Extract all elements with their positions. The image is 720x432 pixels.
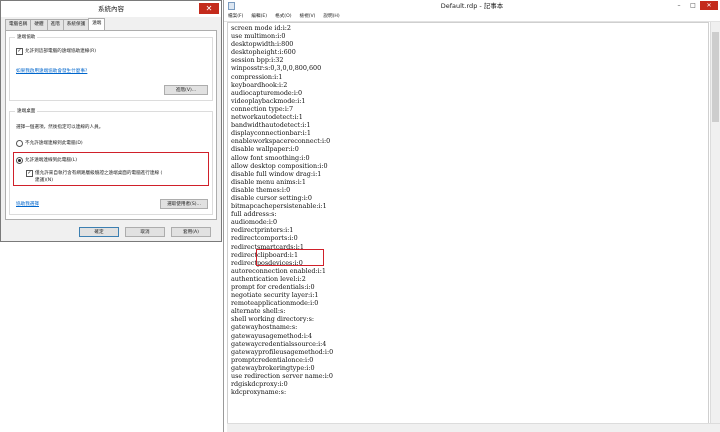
text-line: disable menu anims:i:1 <box>231 177 307 186</box>
text-line: gatewayusagemethod:i:4 <box>231 331 313 340</box>
menu-view[interactable]: 檢視(V) <box>300 12 316 21</box>
system-properties-dialog: 系統內容 ✕ 電腦名稱 硬體 進階 系統保護 遠端 遠端協助 ✓ 允許到這部電腦… <box>0 0 222 242</box>
text-line: compression:i:1 <box>231 72 283 81</box>
tab-advanced[interactable]: 進階 <box>46 19 64 30</box>
tab-hardware[interactable]: 硬體 <box>30 19 48 30</box>
help-me-choose-link[interactable]: 協助我選擇 <box>16 201 39 207</box>
tab-system-protection[interactable]: 系統保護 <box>62 19 90 30</box>
text-line: shell working directory:s: <box>231 315 315 324</box>
text-line: displayconnectionbar:i:1 <box>231 129 311 138</box>
text-line: audiocapturemode:i:0 <box>231 88 303 97</box>
text-line: use multimon:i:0 <box>231 32 286 41</box>
text-line: alternate shell:s: <box>231 307 286 316</box>
remote-desktop-legend: 遠端桌面 <box>15 108 38 114</box>
horizontal-scrollbar[interactable] <box>227 423 720 432</box>
text-line: disable cursor setting:i:0 <box>231 193 313 202</box>
text-line: keyboardhook:i:2 <box>231 80 288 89</box>
text-line: disable themes:i:0 <box>231 185 291 194</box>
allow-remote-assistance-label: 允許到這部電腦的遠端協助連線(R) <box>25 49 97 54</box>
remote-tab-panel: 遠端協助 ✓ 允許到這部電腦的遠端協助連線(R) 如果我啟用遠端協助會發生什麼事… <box>5 30 217 220</box>
menu-file[interactable]: 檔案(F) <box>228 12 243 21</box>
remote-assistance-group: 遠端協助 ✓ 允許到這部電腦的遠端協助連線(R) 如果我啟用遠端協助會發生什麼事… <box>9 34 213 101</box>
text-line: winposstr:s:0,3,0,0,800,600 <box>231 64 322 73</box>
scrollbar-thumb[interactable] <box>712 32 719 122</box>
text-line: autoreconnection enabled:i:1 <box>231 266 326 275</box>
text-line: rdgiskdcproxy:i:0 <box>231 380 288 389</box>
text-line: audiomode:i:0 <box>231 218 278 227</box>
allow-remote-assistance-checkbox[interactable]: ✓ <box>16 48 23 55</box>
text-line: redirectprinters:i:1 <box>231 226 294 235</box>
close-icon[interactable]: ✕ <box>199 3 219 14</box>
notepad-text-area[interactable]: screen mode id:i:2 use multimon:i:0 deskto… <box>227 22 709 424</box>
menu-help[interactable]: 說明(H) <box>323 12 339 21</box>
text-line: gatewaybrokeringtype:i:0 <box>231 363 315 372</box>
text-line: disable wallpaper:i:0 <box>231 145 299 154</box>
text-line: use redirection server name:i:0 <box>231 372 333 381</box>
text-line: desktopwidth:i:800 <box>231 40 294 49</box>
text-line: redirectcomports:i:0 <box>231 234 298 243</box>
deny-remote-label: 不允許遠端連線到此電腦(D) <box>25 141 83 146</box>
dialog-titlebar: 系統內容 ✕ <box>1 1 221 17</box>
rdp-file-content: screen mode id:i:2 use multimon:i:0 deskto… <box>231 24 333 396</box>
remote-assistance-help-link[interactable]: 如果我啟用遠端協助會發生什麼事? <box>16 68 87 74</box>
text-line: gatewayprofileusagemethod:i:0 <box>231 347 334 356</box>
text-line: remoteapplicationmode:i:0 <box>231 299 319 308</box>
vertical-scrollbar[interactable] <box>710 22 720 424</box>
notepad-titlebar: Default.rdp - 記事本 – □ ✕ <box>224 0 720 12</box>
advanced-button[interactable]: 進階(V)... <box>164 85 208 95</box>
maximize-icon[interactable]: □ <box>686 1 700 10</box>
text-line: networkautodetect:i:1 <box>231 113 303 122</box>
apply-button[interactable]: 套用(A) <box>171 227 211 237</box>
dialog-tabs: 電腦名稱 硬體 進階 系統保護 遠端 <box>5 18 106 30</box>
text-line: prompt for credentials:i:0 <box>231 283 315 291</box>
highlight-box-remote-desktop <box>13 152 209 186</box>
tab-computer-name[interactable]: 電腦名稱 <box>5 19 32 30</box>
text-line: videoplaybackmode:i:1 <box>231 96 306 105</box>
text-line: enableworkspacereconnect:i:0 <box>231 137 331 146</box>
ok-button[interactable]: 確定 <box>79 227 119 237</box>
select-users-button[interactable]: 選取使用者(S)... <box>160 199 208 209</box>
cancel-button[interactable]: 取消 <box>125 227 165 237</box>
notepad-title: Default.rdp - 記事本 <box>440 2 504 10</box>
highlight-box-authentication-level <box>256 249 324 266</box>
tab-remote[interactable]: 遠端 <box>88 18 106 30</box>
close-icon[interactable]: ✕ <box>700 1 718 10</box>
text-line: promptcredentialonce:i:0 <box>231 355 314 364</box>
notepad-icon <box>228 2 235 10</box>
deny-remote-radio[interactable] <box>16 140 23 147</box>
text-line: bitmapcachepersistenable:i:1 <box>231 202 327 211</box>
text-line: full address:s: <box>231 210 277 219</box>
text-line: screen mode id:i:2 <box>231 24 291 32</box>
text-line: allow font smoothing:i:0 <box>231 153 310 162</box>
text-line: gatewaycredentialssource:i:4 <box>231 339 327 348</box>
text-line: connection type:i:7 <box>231 104 294 113</box>
remote-assistance-legend: 遠端協助 <box>15 34 38 40</box>
text-line: bandwidthautodetect:i:1 <box>231 121 311 130</box>
window-controls: – □ ✕ <box>672 1 718 10</box>
text-line: negotiate security layer:i:1 <box>231 291 319 300</box>
text-line: disable full window drag:i:1 <box>231 169 322 178</box>
text-line: authentication level:i:2 <box>231 274 306 283</box>
notepad-menubar: 檔案(F) 編輯(E) 格式(O) 檢視(V) 說明(H) <box>224 12 720 22</box>
text-line: kdcproxyname:s: <box>231 388 287 397</box>
remote-desktop-prompt: 選擇一個選項，然後指定可以連線的人員。 <box>16 125 104 130</box>
text-line: gatewayhostname:s: <box>231 323 298 332</box>
menu-edit[interactable]: 編輯(E) <box>251 12 267 21</box>
text-line: allow desktop composition:i:0 <box>231 161 328 170</box>
text-line: session bpp:i:32 <box>231 56 284 65</box>
dialog-title: 系統內容 <box>98 5 124 13</box>
notepad-window: Default.rdp - 記事本 – □ ✕ 檔案(F) 編輯(E) 格式(O… <box>223 0 720 432</box>
menu-format[interactable]: 格式(O) <box>275 12 291 21</box>
minimize-icon[interactable]: – <box>672 1 686 10</box>
text-line: desktopheight:i:600 <box>231 48 296 57</box>
